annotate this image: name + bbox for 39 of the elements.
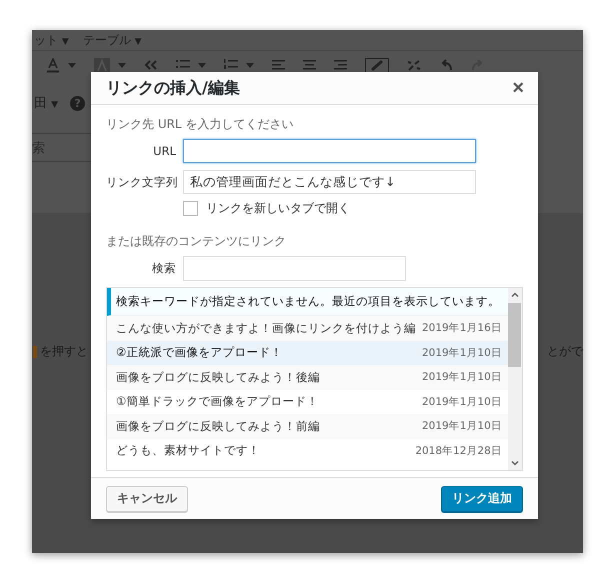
highlight-icon[interactable] [94,58,110,72]
search-field[interactable] [183,256,406,281]
result-item[interactable]: こんな使い方ができますよ！画像にリンクを付けよう編 2019年1月16日 [107,316,508,340]
media-mark-icon [33,346,37,358]
caret-icon[interactable] [198,62,206,68]
text-color-icon[interactable] [46,58,60,72]
section-heading: または既存のコンテンツにリンク [106,233,287,249]
field-label: リンク文字列 [106,174,176,190]
scroll-up-icon[interactable] [510,292,519,297]
url-field[interactable] [183,139,476,163]
dialog-title: リンクの挿入/編集 [106,78,240,98]
result-item[interactable]: 画像をブログに反映してみよう！後編 2019年1月10日 [107,365,508,390]
new-tab-checkbox[interactable] [183,201,198,216]
field-label: URL [152,144,176,158]
checkbox-label[interactable]: リンクを新しいタブで開く [206,200,350,217]
quote-icon[interactable] [144,60,158,70]
unlink-icon[interactable] [407,58,421,72]
align-center-icon[interactable] [303,60,316,70]
caret-icon[interactable] [118,62,126,68]
field-label: 検索 [151,261,176,276]
caret-icon[interactable] [246,62,254,68]
caret-icon[interactable] [68,62,76,68]
section-heading: リンク先 URL を入力してください [106,116,294,132]
bulleted-list-icon[interactable] [176,59,190,71]
notice-message: 検索キーワードが指定されていません。最近の項目を表示しています。 [107,288,508,316]
scrollbar-thumb[interactable] [508,303,522,367]
result-item[interactable]: ②正統派で画像をアプロード！ 2019年1月10日 [107,340,508,365]
scroll-down-icon[interactable] [510,461,519,466]
scrollbar[interactable] [508,288,522,470]
close-button[interactable]: × [508,78,528,98]
align-left-icon[interactable] [272,60,285,70]
link-text-field[interactable]: 私の管理画面だとこんな感じです↓ [183,170,476,194]
cancel-button[interactable]: キャンセル [106,486,188,512]
align-right-icon[interactable] [334,60,347,70]
numbered-list-icon[interactable] [224,59,238,71]
undo-icon[interactable] [439,59,453,71]
add-link-button[interactable]: リンク追加 [441,486,523,512]
redo-icon[interactable] [471,59,485,71]
result-item[interactable]: 画像をブログに反映してみよう！前編 2019年1月10日 [107,414,508,438]
